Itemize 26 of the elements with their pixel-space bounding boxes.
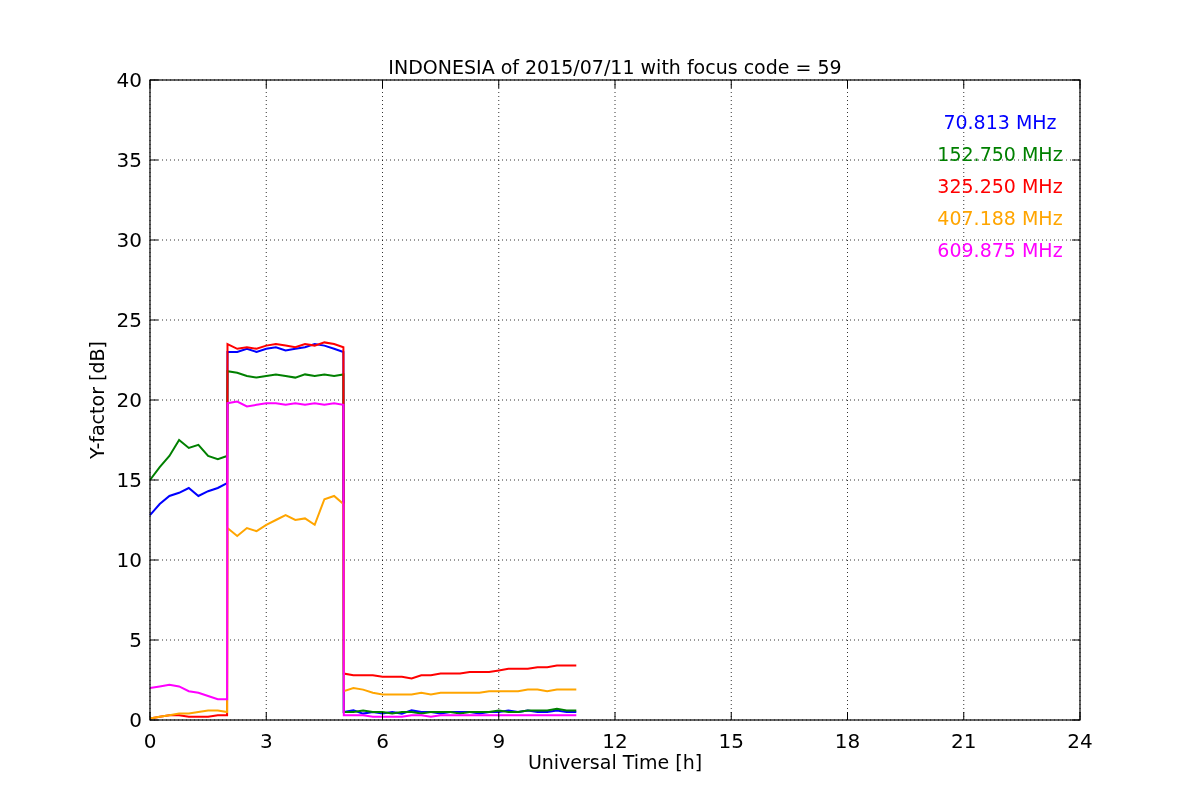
legend-label: 407.188 MHz xyxy=(937,207,1063,229)
y-tick-label: 35 xyxy=(116,148,142,172)
x-tick-label: 12 xyxy=(602,729,628,753)
y-tick-label: 30 xyxy=(116,228,142,252)
legend-label: 325.250 MHz xyxy=(937,175,1063,197)
y-tick-label: 25 xyxy=(116,308,142,332)
x-tick-label: 15 xyxy=(718,729,744,753)
legend-label: 152.750 MHz xyxy=(937,143,1063,165)
y-tick-label: 40 xyxy=(116,68,142,92)
x-tick-label: 0 xyxy=(143,729,157,753)
y-tick-label: 20 xyxy=(116,388,142,412)
legend-label: 609.875 MHz xyxy=(937,239,1063,261)
y-tick-label: 5 xyxy=(129,628,142,652)
y-axis-label: Y-factor [dB] xyxy=(86,341,108,459)
x-tick-label: 24 xyxy=(1067,729,1093,753)
x-tick-label: 9 xyxy=(492,729,506,753)
x-tick-label: 18 xyxy=(834,729,861,753)
x-tick-label: 3 xyxy=(259,729,273,753)
legend-label: 70.813 MHz xyxy=(943,111,1057,133)
y-tick-label: 10 xyxy=(116,548,142,572)
x-tick-label: 6 xyxy=(376,729,389,753)
y-tick-label: 15 xyxy=(116,468,142,492)
x-axis-label: Universal Time [h] xyxy=(527,751,703,773)
x-tick-label: 21 xyxy=(951,729,977,753)
y-tick-label: 0 xyxy=(129,708,142,732)
chart-title: INDONESIA of 2015/07/11 with focus code = 59 xyxy=(388,56,842,78)
